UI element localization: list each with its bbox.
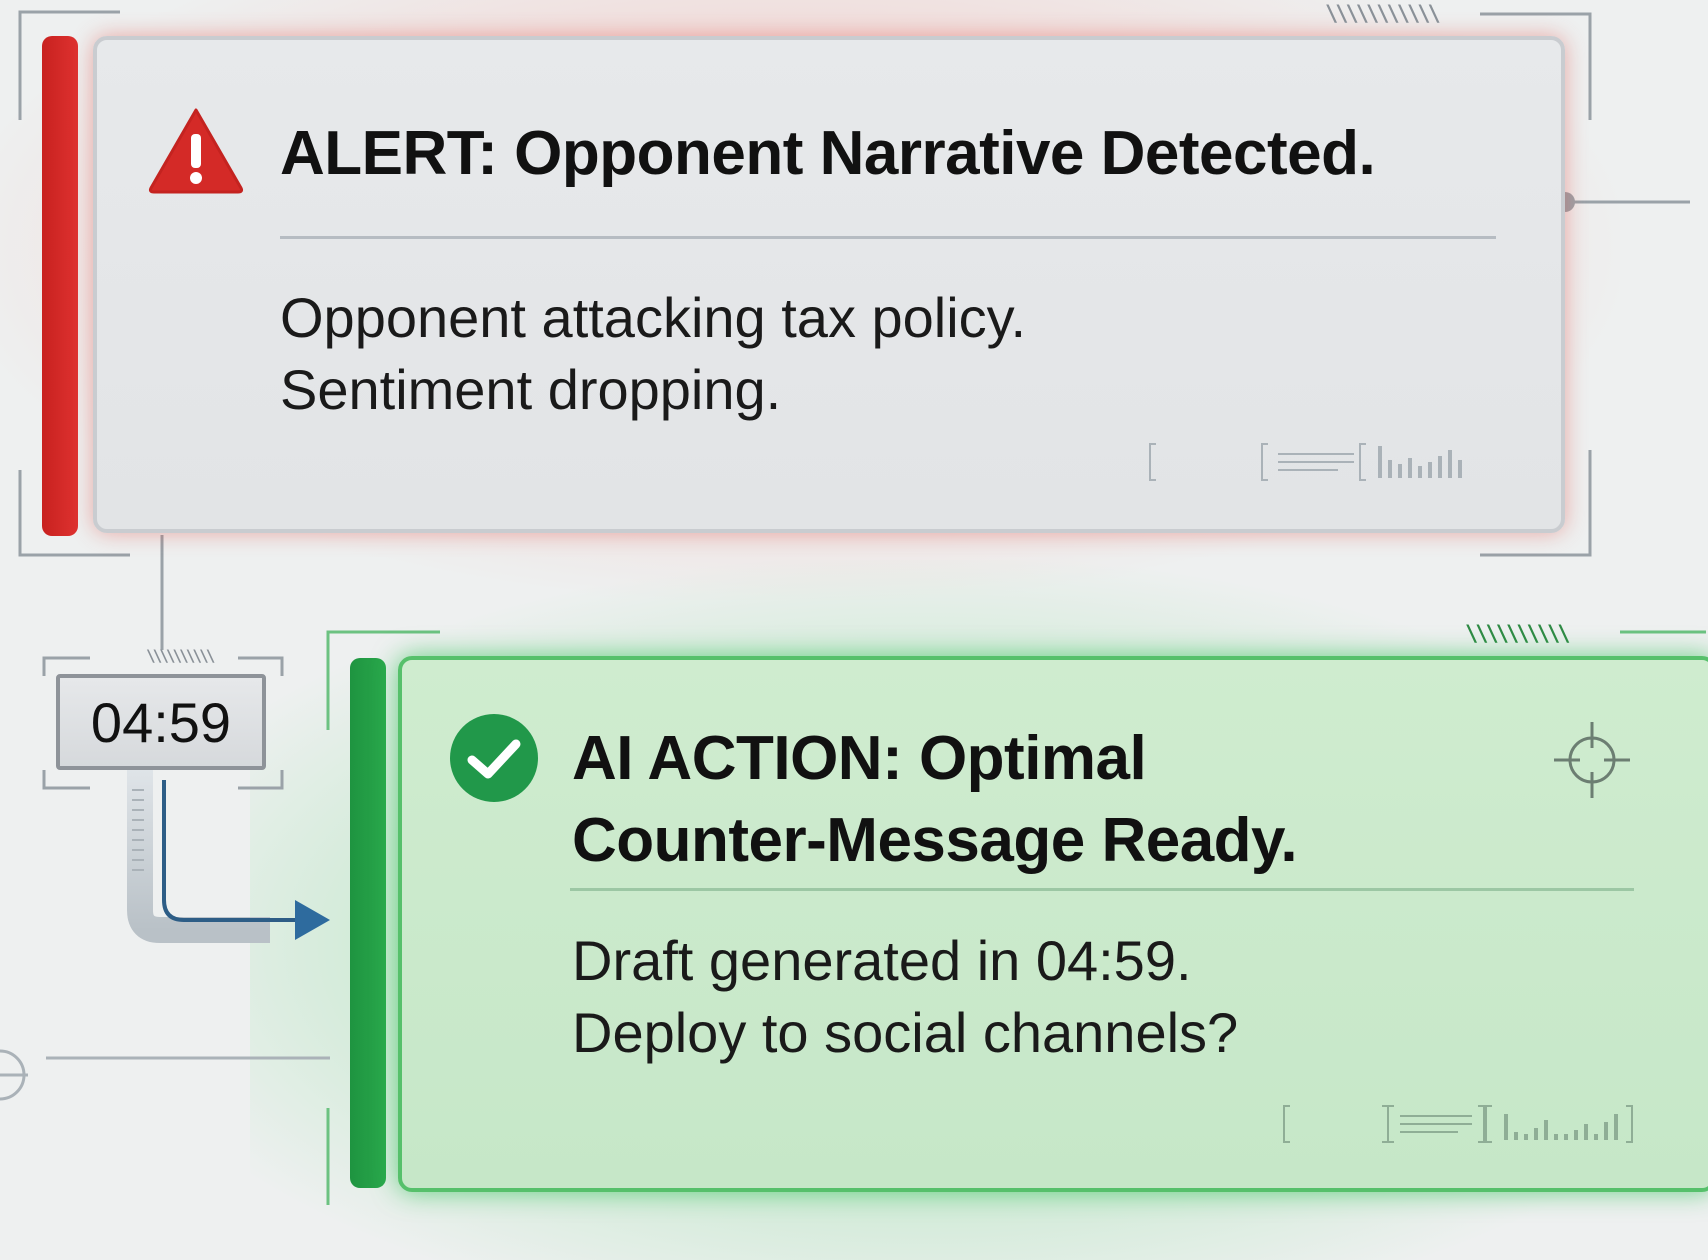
alert-divider	[280, 236, 1496, 239]
action-title-line: AI ACTION: Optimal	[572, 724, 1147, 793]
alert-accent-bar	[42, 36, 78, 536]
warning-triangle-icon	[148, 108, 244, 194]
action-title: AI ACTION: Optimal Counter-Message Ready…	[572, 718, 1298, 882]
alert-title: ALERT: Opponent Narrative Detected.	[280, 119, 1376, 188]
alert-message-line: Sentiment dropping.	[280, 358, 782, 421]
hatch-marks-decoration: \\\\\\\\\\\	[1325, 2, 1441, 27]
check-circle-icon	[450, 714, 538, 802]
alert-message-line: Opponent attacking tax policy.	[280, 286, 1027, 349]
timer-display: 04:59	[56, 674, 266, 770]
hatch-marks-decoration: \\\\\\\\\\	[1465, 622, 1570, 647]
crosshair-icon[interactable]	[1550, 718, 1634, 802]
alert-mini-widgets	[1149, 443, 1462, 481]
action-title-line: Counter-Message Ready.	[572, 806, 1298, 875]
action-divider	[570, 888, 1634, 891]
action-message-line: Deploy to social channels?	[572, 1001, 1239, 1064]
timer-hatch-decoration: \\\\\\\\\\	[146, 646, 215, 665]
action-message: Draft generated in 04:59. Deploy to soci…	[572, 925, 1238, 1069]
action-message-line: Draft generated in 04:59.	[572, 929, 1192, 992]
connector-arrow-icon	[127, 770, 330, 943]
action-accent-bar	[350, 658, 386, 1188]
alert-message: Opponent attacking tax policy. Sentiment…	[280, 282, 1026, 426]
action-mini-widgets	[1283, 1105, 1633, 1143]
